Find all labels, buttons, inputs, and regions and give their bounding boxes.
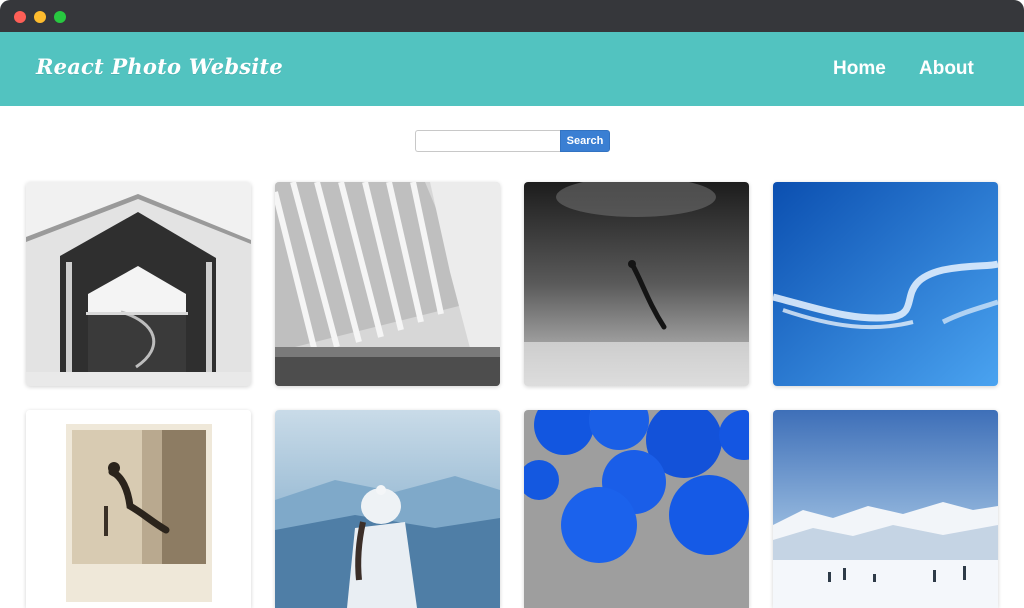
photo-card-snow-mountains[interactable] <box>773 410 998 608</box>
photo-underwater-image <box>524 182 749 386</box>
search-button[interactable]: Search <box>560 130 610 152</box>
photo-balloons-image <box>524 410 749 608</box>
search-input[interactable] <box>415 130 560 152</box>
photo-card-architecture[interactable] <box>275 182 500 386</box>
photo-snow-mountains-image <box>773 410 998 608</box>
photo-card-sky[interactable] <box>773 182 998 386</box>
photo-card-balloons[interactable] <box>524 410 749 608</box>
minimize-window-button[interactable] <box>34 11 46 23</box>
photo-card-barn[interactable] <box>26 182 251 386</box>
close-window-button[interactable] <box>14 11 26 23</box>
maximize-window-button[interactable] <box>54 11 66 23</box>
window-titlebar <box>0 0 1024 32</box>
search-bar: Search <box>415 130 610 152</box>
navbar: React Photo Website Home About <box>0 32 1024 106</box>
photo-mountain-woman-image <box>275 410 500 608</box>
nav-home-link[interactable]: Home <box>833 58 886 80</box>
photo-barn-image <box>26 182 251 386</box>
photo-card-mountain-woman[interactable] <box>275 410 500 608</box>
nav-about-link[interactable]: About <box>919 58 974 80</box>
photo-card-polaroid[interactable] <box>26 410 251 608</box>
photo-architecture-image <box>275 182 500 386</box>
brand-logo[interactable]: React Photo Website <box>36 54 283 79</box>
photo-polaroid-image <box>26 410 251 608</box>
photo-sky-image <box>773 182 998 386</box>
photo-card-underwater[interactable] <box>524 182 749 386</box>
